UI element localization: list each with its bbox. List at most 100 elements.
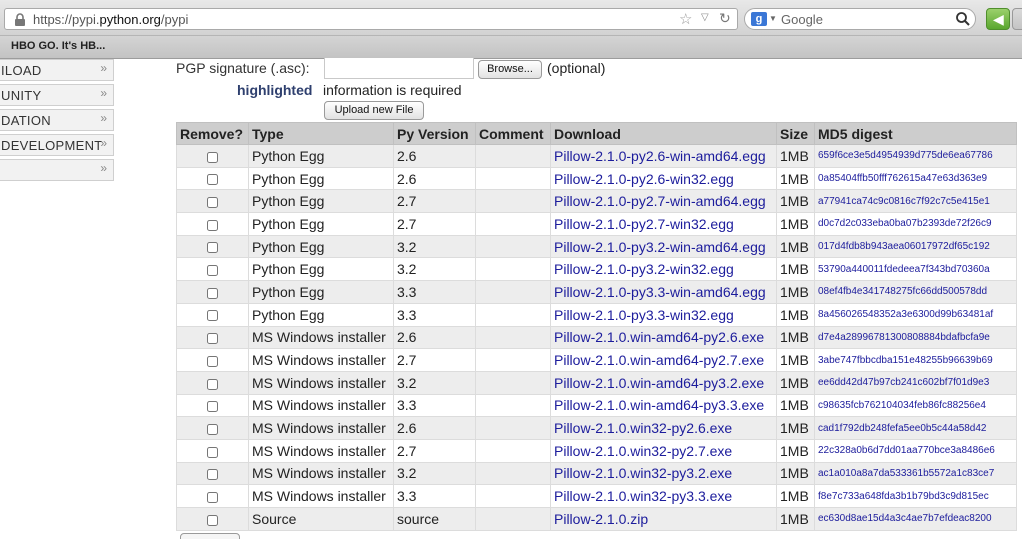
download-link[interactable]: Pillow-2.1.0-py3.3-win32.egg [550, 302, 777, 327]
remove-checkbox-cell [176, 507, 249, 531]
download-link[interactable]: Pillow-2.1.0-py3.2-win-amd64.egg [550, 234, 777, 259]
remove-checkbox-cell [176, 234, 249, 259]
sidebar-item-community[interactable]: UNITY » [0, 84, 114, 106]
type-cell: MS Windows installer [248, 438, 394, 463]
md5-cell: d7e4a28996781300808884bdafbcfa9e [814, 325, 1017, 350]
comment-cell [475, 212, 551, 236]
remove-checkbox-cell [176, 189, 249, 214]
search-icon[interactable] [955, 11, 971, 27]
remove-checkbox[interactable] [207, 174, 218, 186]
remove-checkbox-cell [176, 438, 249, 463]
size-cell: 1MB [776, 461, 815, 486]
remove-checkbox[interactable] [207, 514, 218, 526]
table-row: Python Egg 2.6 Pillow-2.1.0-py2.6-win-amd6… [176, 144, 1017, 168]
remove-checkbox[interactable] [207, 197, 218, 209]
sidebar-item-development[interactable]: DEVELOPMENT » [0, 134, 114, 156]
remove-checkbox[interactable] [207, 355, 218, 367]
size-cell: 1MB [776, 370, 815, 395]
sidebar-item-label: DEVELOPMENT [1, 138, 103, 153]
comment-cell [475, 370, 551, 395]
remove-checkbox[interactable] [207, 333, 218, 345]
chevron-right-icon: » [100, 136, 107, 150]
lock-icon [15, 13, 25, 26]
md5-cell: cad1f792db248fefa5ee0b5c44a58d42 [814, 416, 1017, 440]
remove-checkbox[interactable] [207, 287, 218, 299]
remove-button[interactable] [180, 533, 240, 539]
download-link[interactable]: Pillow-2.1.0-py2.7-win-amd64.egg [550, 189, 777, 214]
extension-button[interactable]: ◀ [986, 8, 1010, 30]
table-row: MS Windows installer 2.7 Pillow-2.1.0.win-… [176, 348, 1017, 372]
bookmark-star-icon[interactable]: ☆ [679, 10, 692, 28]
sidebar-item-more[interactable]: » [0, 159, 114, 181]
py-version-cell: 2.6 [393, 166, 476, 191]
size-cell: 1MB [776, 302, 815, 327]
table-row: Source source Pillow-2.1.0.zip 1MB ec630d8ae… [176, 507, 1017, 531]
md5-cell: ac1a010a8a7da533361b5572a1c83ce7 [814, 461, 1017, 486]
bookmark-hbo-go[interactable]: HBO GO. It's HB... [11, 40, 105, 52]
download-link[interactable]: Pillow-2.1.0.win32-py3.2.exe [550, 461, 777, 486]
comment-cell [475, 257, 551, 282]
remove-checkbox[interactable] [207, 491, 218, 503]
download-link[interactable]: Pillow-2.1.0-py3.2-win32.egg [550, 257, 777, 282]
remove-checkbox[interactable] [207, 446, 218, 458]
comment-cell [475, 461, 551, 486]
upload-new-file-button[interactable]: Upload new File [324, 101, 424, 120]
sidebar-item-foundation[interactable]: DATION » [0, 109, 114, 131]
download-link[interactable]: Pillow-2.1.0.win-amd64-py3.3.exe [550, 393, 777, 418]
download-link[interactable]: Pillow-2.1.0-py2.6-win-amd64.egg [550, 144, 777, 168]
py-version-cell: 3.3 [393, 393, 476, 418]
download-link[interactable]: Pillow-2.1.0-py3.3-win-amd64.egg [550, 280, 777, 304]
remove-checkbox-cell [176, 370, 249, 395]
md5-cell: ee6dd42d47b97cb241c602bf7f01d9e3 [814, 370, 1017, 395]
chevron-right-icon: » [100, 61, 107, 75]
remove-checkbox[interactable] [207, 469, 218, 481]
header-comment: Comment [475, 122, 551, 145]
download-link[interactable]: Pillow-2.1.0.win-amd64-py2.7.exe [550, 348, 777, 372]
table-row: MS Windows installer 2.7 Pillow-2.1.0.win3… [176, 438, 1017, 463]
download-link[interactable]: Pillow-2.1.0.win32-py2.6.exe [550, 416, 777, 440]
search-bar[interactable]: g ▼ Google [744, 8, 976, 30]
download-link[interactable]: Pillow-2.1.0-py2.6-win32.egg [550, 166, 777, 191]
table-row: MS Windows installer 3.3 Pillow-2.1.0.win-… [176, 393, 1017, 418]
pgp-file-field[interactable] [324, 58, 474, 79]
size-cell: 1MB [776, 212, 815, 236]
remove-checkbox[interactable] [207, 401, 218, 413]
remove-checkbox[interactable] [207, 151, 218, 163]
history-dropdown-icon[interactable]: ▽ [701, 12, 709, 23]
address-bar[interactable]: https://pypi.python.org/pypi ☆ ▽ ↻ [4, 8, 738, 30]
remove-checkbox[interactable] [207, 310, 218, 322]
download-link[interactable]: Pillow-2.1.0.win32-py3.3.exe [550, 484, 777, 508]
remove-checkbox-cell [176, 484, 249, 508]
sidebar-item-download[interactable]: ILOAD » [0, 59, 114, 81]
md5-cell: a77941ca74c9c0816c7f92c7c5e415e1 [814, 189, 1017, 214]
remove-checkbox[interactable] [207, 378, 218, 390]
py-version-cell: source [393, 507, 476, 531]
remove-checkbox[interactable] [207, 219, 218, 231]
browse-button[interactable]: Browse... [478, 60, 542, 79]
google-icon[interactable]: g [751, 12, 767, 26]
toolbar-overflow-button[interactable] [1012, 8, 1022, 30]
url-text: https://pypi.python.org/pypi [33, 12, 189, 27]
py-version-cell: 3.2 [393, 234, 476, 259]
download-link[interactable]: Pillow-2.1.0-py2.7-win32.egg [550, 212, 777, 236]
size-cell: 1MB [776, 234, 815, 259]
type-cell: MS Windows installer [248, 416, 394, 440]
remove-checkbox-cell [176, 393, 249, 418]
remove-checkbox[interactable] [207, 265, 218, 277]
pgp-signature-label: PGP signature (.asc): [176, 60, 310, 76]
files-table-body: Python Egg 2.6 Pillow-2.1.0-py2.6-win-amd6… [176, 144, 1017, 531]
comment-cell [475, 302, 551, 327]
download-link[interactable]: Pillow-2.1.0.win-amd64-py2.6.exe [550, 325, 777, 350]
search-engine-dropdown-icon[interactable]: ▼ [769, 14, 777, 23]
download-link[interactable]: Pillow-2.1.0.win-amd64-py3.2.exe [550, 370, 777, 395]
remove-checkbox[interactable] [207, 423, 218, 435]
comment-cell [475, 348, 551, 372]
remove-checkbox[interactable] [207, 242, 218, 254]
md5-cell: 53790a440011fdedeea7f343bd70360a [814, 257, 1017, 282]
reload-icon[interactable]: ↻ [719, 10, 731, 27]
header-py-version: Py Version [393, 122, 476, 145]
download-link[interactable]: Pillow-2.1.0.win32-py2.7.exe [550, 438, 777, 463]
download-link[interactable]: Pillow-2.1.0.zip [550, 507, 777, 531]
header-remove: Remove? [176, 122, 249, 145]
type-cell: Python Egg [248, 144, 394, 168]
